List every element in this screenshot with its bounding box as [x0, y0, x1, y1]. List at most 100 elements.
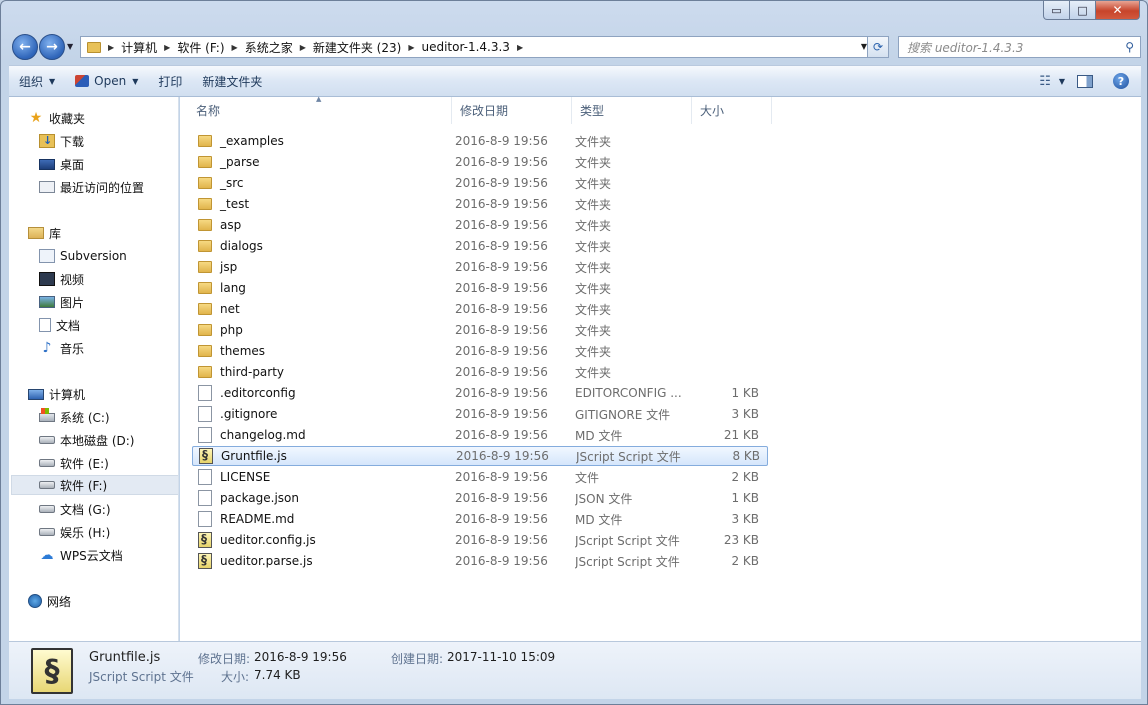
- file-row[interactable]: package.json 2016-8-9 19:56 JSON 文件 1 KB: [192, 488, 768, 508]
- nav-subversion[interactable]: Subversion: [39, 246, 178, 266]
- folder-row[interactable]: _examples 2016-8-9 19:56 文件夹: [192, 131, 768, 151]
- nav-drive-g[interactable]: 文档 (G:): [39, 499, 178, 519]
- cell-date: 2016-8-9 19:56: [455, 302, 548, 316]
- nav-downloads[interactable]: 下载: [39, 131, 178, 151]
- print-label: 打印: [158, 74, 183, 89]
- cell-size: 3 KB: [731, 407, 759, 421]
- close-button[interactable]: ✕: [1096, 1, 1140, 20]
- cell-name: .editorconfig: [192, 385, 455, 401]
- cell-name: _test: [192, 197, 455, 211]
- breadcrumb-item[interactable]: 软件 (F:): [177, 39, 224, 56]
- cell-name: README.md: [192, 511, 455, 527]
- breadcrumb-separator-icon[interactable]: ▶: [164, 43, 170, 52]
- file-name: themes: [220, 344, 266, 358]
- breadcrumb-item[interactable]: 系统之家: [245, 39, 293, 56]
- folder-icon: [198, 198, 212, 210]
- toolbar-right: ☷ ▼ ?: [1039, 66, 1129, 96]
- print-button[interactable]: 打印: [148, 66, 192, 96]
- folder-row[interactable]: dialogs 2016-8-9 19:56 文件夹: [192, 236, 768, 256]
- view-dropdown-icon[interactable]: ▼: [1059, 77, 1065, 86]
- organize-button[interactable]: 组织 ▼: [9, 66, 65, 96]
- folder-row[interactable]: net 2016-8-9 19:56 文件夹: [192, 299, 768, 319]
- file-icon: [198, 511, 212, 527]
- maximize-button[interactable]: □: [1070, 1, 1096, 20]
- folder-row[interactable]: php 2016-8-9 19:56 文件夹: [192, 320, 768, 340]
- refresh-button[interactable]: ⟳: [867, 36, 889, 58]
- nav-wps-cloud[interactable]: ☁ WPS云文档: [39, 545, 178, 565]
- details-size-label: 大小:: [221, 670, 250, 684]
- nav-label: 娱乐 (H:): [60, 525, 111, 540]
- breadcrumb-separator-icon[interactable]: ▶: [300, 43, 306, 52]
- nav-libraries[interactable]: 库: [28, 223, 178, 243]
- column-header-name[interactable]: ▲ 名称: [180, 95, 452, 124]
- column-header-size[interactable]: 大小: [692, 97, 772, 124]
- nav-desktop[interactable]: 桌面: [39, 154, 178, 174]
- folder-row[interactable]: asp 2016-8-9 19:56 文件夹: [192, 215, 768, 235]
- folder-row[interactable]: lang 2016-8-9 19:56 文件夹: [192, 278, 768, 298]
- nav-favorites[interactable]: ★ 收藏夹: [28, 108, 178, 128]
- breadcrumb-separator-icon[interactable]: ▶: [108, 43, 114, 52]
- breadcrumb-item[interactable]: 计算机: [121, 39, 157, 56]
- file-row[interactable]: LICENSE 2016-8-9 19:56 文件 2 KB: [192, 467, 768, 487]
- search-icon[interactable]: ⚲: [1125, 40, 1134, 54]
- jscript-file-icon: [198, 532, 212, 548]
- file-row[interactable]: .editorconfig 2016-8-9 19:56 EDITORCONFIG …: [192, 383, 768, 403]
- folder-icon: [198, 219, 212, 231]
- nav-recent-places[interactable]: 最近访问的位置: [39, 177, 178, 197]
- nav-documents[interactable]: 文档: [39, 315, 178, 335]
- drive-icon: [39, 481, 55, 489]
- details-filetype: JScript Script 文件: [89, 670, 194, 684]
- back-button[interactable]: ←: [12, 34, 38, 60]
- forward-arrow-icon: →: [46, 39, 58, 55]
- nav-network[interactable]: 网络: [28, 591, 178, 611]
- minimize-button[interactable]: ▭: [1043, 1, 1070, 20]
- folder-row[interactable]: _src 2016-8-9 19:56 文件夹: [192, 173, 768, 193]
- nav-videos[interactable]: 视频: [39, 269, 178, 289]
- file-row[interactable]: README.md 2016-8-9 19:56 MD 文件 3 KB: [192, 509, 768, 529]
- breadcrumb-item[interactable]: 新建文件夹 (23): [313, 39, 401, 56]
- file-name: changelog.md: [220, 428, 306, 442]
- navigation-row: ← → ▼ ▶ 计算机 ▶ 软件 (F:) ▶ 系统之家 ▶ 新建文件夹 (23) ▶ uedit…: [9, 34, 1141, 60]
- address-bar[interactable]: ▶ 计算机 ▶ 软件 (F:) ▶ 系统之家 ▶ 新建文件夹 (23) ▶ ueditor-1.4…: [80, 36, 872, 58]
- folder-row[interactable]: _test 2016-8-9 19:56 文件夹: [192, 194, 768, 214]
- breadcrumb-item[interactable]: ueditor-1.4.3.3: [421, 40, 509, 54]
- file-row[interactable]: ueditor.parse.js 2016-8-9 19:56 JScript Sc…: [192, 551, 768, 571]
- file-name: LICENSE: [220, 470, 271, 484]
- nav-label: 软件 (E:): [60, 456, 109, 471]
- breadcrumb-separator-icon[interactable]: ▶: [232, 43, 238, 52]
- cell-date: 2016-8-9 19:56: [455, 134, 548, 148]
- column-header-date[interactable]: 修改日期: [452, 97, 572, 124]
- forward-button[interactable]: →: [39, 34, 65, 60]
- search-input[interactable]: 搜索 ueditor-1.4.3.3 ⚲: [898, 36, 1141, 58]
- new-folder-button[interactable]: 新建文件夹: [192, 66, 272, 96]
- help-icon[interactable]: ?: [1113, 73, 1129, 89]
- file-row[interactable]: ueditor.config.js 2016-8-9 19:56 JScript S…: [192, 530, 768, 550]
- recent-pages-dropdown-icon[interactable]: ▼: [67, 42, 73, 51]
- nav-computer[interactable]: 计算机: [28, 384, 178, 404]
- nav-music[interactable]: ♪ 音乐: [39, 338, 178, 358]
- cell-type: 文件夹: [575, 302, 612, 317]
- cell-name: php: [192, 323, 455, 337]
- nav-drive-h[interactable]: 娱乐 (H:): [39, 522, 178, 542]
- view-options-icon[interactable]: ☷: [1039, 74, 1051, 89]
- folder-row[interactable]: jsp 2016-8-9 19:56 文件夹: [192, 257, 768, 277]
- file-row[interactable]: changelog.md 2016-8-9 19:56 MD 文件 21 KB: [192, 425, 768, 445]
- nav-drive-c[interactable]: 系统 (C:): [39, 407, 178, 427]
- file-row[interactable]: .gitignore 2016-8-9 19:56 GITIGNORE 文件 3 KB: [192, 404, 768, 424]
- cell-size: 21 KB: [723, 428, 759, 442]
- folder-row[interactable]: _parse 2016-8-9 19:56 文件夹: [192, 152, 768, 172]
- nav-drive-e[interactable]: 软件 (E:): [39, 453, 178, 473]
- open-button[interactable]: Open ▼: [65, 66, 148, 96]
- folder-row[interactable]: third-party 2016-8-9 19:56 文件夹: [192, 362, 768, 382]
- file-name: third-party: [220, 365, 285, 379]
- file-name: Gruntfile.js: [221, 449, 287, 463]
- breadcrumb-separator-icon[interactable]: ▶: [517, 43, 523, 52]
- nav-pictures[interactable]: 图片: [39, 292, 178, 312]
- nav-drive-d[interactable]: 本地磁盘 (D:): [39, 430, 178, 450]
- column-header-type[interactable]: 类型: [572, 97, 692, 124]
- preview-pane-icon[interactable]: [1077, 74, 1093, 88]
- nav-drive-f[interactable]: 软件 (F:): [11, 475, 178, 495]
- folder-row[interactable]: themes 2016-8-9 19:56 文件夹: [192, 341, 768, 361]
- breadcrumb-separator-icon[interactable]: ▶: [408, 43, 414, 52]
- file-row[interactable]: Gruntfile.js 2016-8-9 19:56 JScript Script…: [192, 446, 768, 466]
